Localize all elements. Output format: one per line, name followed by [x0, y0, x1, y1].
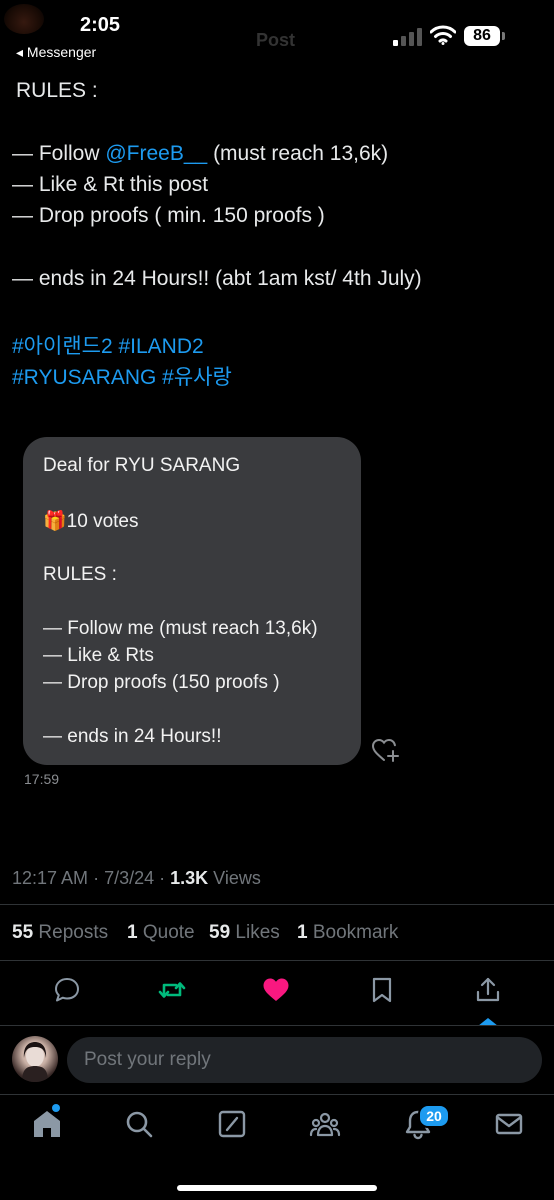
hashtag-link[interactable]: #유사랑: [162, 366, 232, 389]
messages-mail-icon[interactable]: [493, 1108, 525, 1140]
home-indicator: [177, 1185, 377, 1191]
signal-icon: [393, 28, 422, 46]
quotes-stat[interactable]: 1 Quote: [127, 922, 195, 944]
post-date: 7/3/24: [104, 868, 155, 888]
bookmarks-label: Bookmark: [312, 922, 399, 943]
search-icon[interactable]: [123, 1108, 155, 1140]
battery-indicator: 86: [464, 26, 500, 46]
mention-link[interactable]: @FreeB__: [105, 142, 207, 165]
likes-label: Likes: [235, 922, 280, 943]
likes-stat[interactable]: 59 Likes: [209, 922, 280, 944]
tweet-line-proofs: — Drop proofs ( min. 150 proofs ): [12, 204, 325, 227]
notifications-badge: 20: [418, 1104, 450, 1128]
quotes-label: Quote: [142, 922, 195, 943]
reposts-label: Reposts: [38, 922, 109, 943]
tweet-line-follow: — Follow @FreeB__ (must reach 13,6k): [12, 142, 388, 166]
back-to-messenger[interactable]: ◂ Messenger: [16, 44, 96, 61]
reply-placeholder: Post your reply: [84, 1049, 211, 1070]
chat-bubble-image[interactable]: [23, 437, 361, 765]
quotes-count: 1: [127, 922, 138, 943]
likes-count: 59: [209, 922, 231, 943]
avatar-portrait: [22, 1042, 48, 1082]
bubble-title: Deal for RYU SARANG: [43, 455, 241, 476]
hashtag-link[interactable]: #아이랜드2: [12, 335, 113, 358]
home-notification-dot: [52, 1104, 60, 1112]
heart-plus-icon: [372, 738, 399, 762]
like-heart-icon[interactable]: [262, 976, 290, 1004]
bubble-ends: — ends in 24 Hours!!: [43, 726, 222, 747]
reply-icon[interactable]: [53, 976, 81, 1004]
user-avatar[interactable]: [12, 1036, 58, 1082]
post-time: 12:17 AM: [12, 868, 89, 888]
page-title: Post: [256, 30, 296, 50]
hashtag-row-1: #아이랜드2 #ILAND2: [12, 330, 204, 360]
bookmarks-stat[interactable]: 1 Bookmark: [297, 922, 398, 944]
bubble-votes: 🎁10 votes: [43, 511, 139, 532]
profile-avatar-ghost: [4, 4, 44, 34]
bubble-proofs: — Drop proofs (150 proofs ): [43, 672, 280, 693]
reposts-count: 55: [12, 922, 34, 943]
divider: [0, 1094, 554, 1095]
views-label: Views: [213, 868, 261, 888]
divider: [0, 960, 554, 961]
battery-tip: [502, 32, 505, 40]
tweet-line-ends: — ends in 24 Hours!! (abt 1am kst/ 4th J…: [12, 267, 422, 290]
follow-prefix: — Follow: [12, 142, 106, 165]
hashtag-link[interactable]: #RYUSARANG: [12, 366, 156, 389]
grok-icon[interactable]: [216, 1108, 248, 1140]
wifi-icon: [430, 25, 456, 45]
divider: [0, 904, 554, 905]
share-icon[interactable]: [474, 976, 502, 1004]
status-time: 2:05: [80, 14, 121, 36]
communities-icon[interactable]: [309, 1108, 341, 1140]
hashtag-row-2: #RYUSARANG #유사랑: [12, 361, 232, 391]
tweet-rules-heading: RULES :: [16, 79, 98, 102]
bubble-rules-heading: RULES :: [43, 564, 117, 585]
reposts-stat[interactable]: 55 Reposts: [12, 922, 108, 944]
repost-icon[interactable]: [158, 976, 186, 1004]
home-icon[interactable]: [31, 1108, 63, 1140]
hashtag-link[interactable]: #ILAND2: [118, 335, 203, 358]
post-meta: 12:17 AM · 7/3/24 · 1.3K Views: [12, 868, 261, 888]
bookmarks-count: 1: [297, 922, 308, 943]
divider: [0, 1025, 554, 1026]
follow-suffix: (must reach 13,6k): [207, 142, 389, 165]
bubble-timestamp: 17:59: [24, 771, 60, 787]
bookmark-icon[interactable]: [368, 976, 396, 1004]
views-count: 1.3K: [170, 868, 209, 888]
bubble-like: — Like & Rts: [43, 645, 154, 666]
bubble-follow: — Follow me (must reach 13,6k): [43, 618, 318, 639]
tweet-line-like: — Like & Rt this post: [12, 173, 209, 196]
